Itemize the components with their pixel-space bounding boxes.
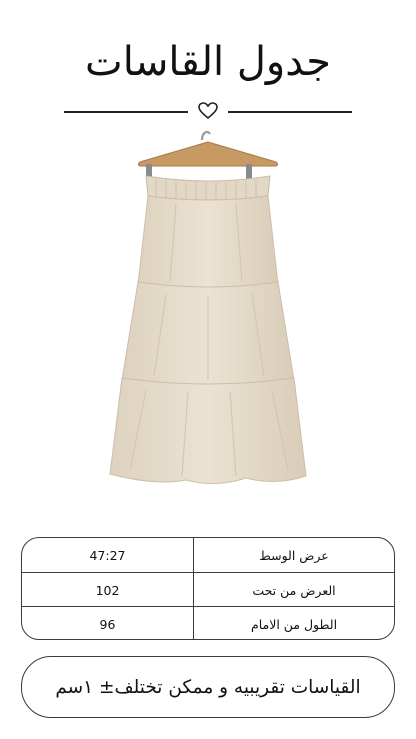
heart-icon: [198, 102, 218, 119]
divider-line-left: [64, 111, 188, 113]
title-divider: [64, 102, 352, 122]
table-value: 96: [22, 607, 194, 639]
table-label: عرض الوسط: [259, 547, 329, 563]
table-label: العرض من تحت: [252, 582, 336, 598]
table-row: 96 الطول من الامام: [22, 606, 394, 639]
divider-line-right: [228, 111, 352, 113]
measurement-note: القياسات تقريبيه و ممكن تختلف± ١سم: [21, 656, 395, 718]
table-label: الطول من الامام: [250, 616, 338, 632]
table-row: 102 العرض من تحت: [22, 572, 394, 607]
table-value: 47:27: [22, 538, 194, 572]
table-value: 102: [22, 573, 194, 607]
table-row: 47:27 عرض الوسط: [22, 538, 394, 572]
page-title: جدول القاسات: [85, 39, 331, 85]
size-table: 47:27 عرض الوسط 102 العرض من تحت 96 الطو…: [21, 537, 395, 640]
skirt-on-hanger-image: [109, 130, 307, 484]
